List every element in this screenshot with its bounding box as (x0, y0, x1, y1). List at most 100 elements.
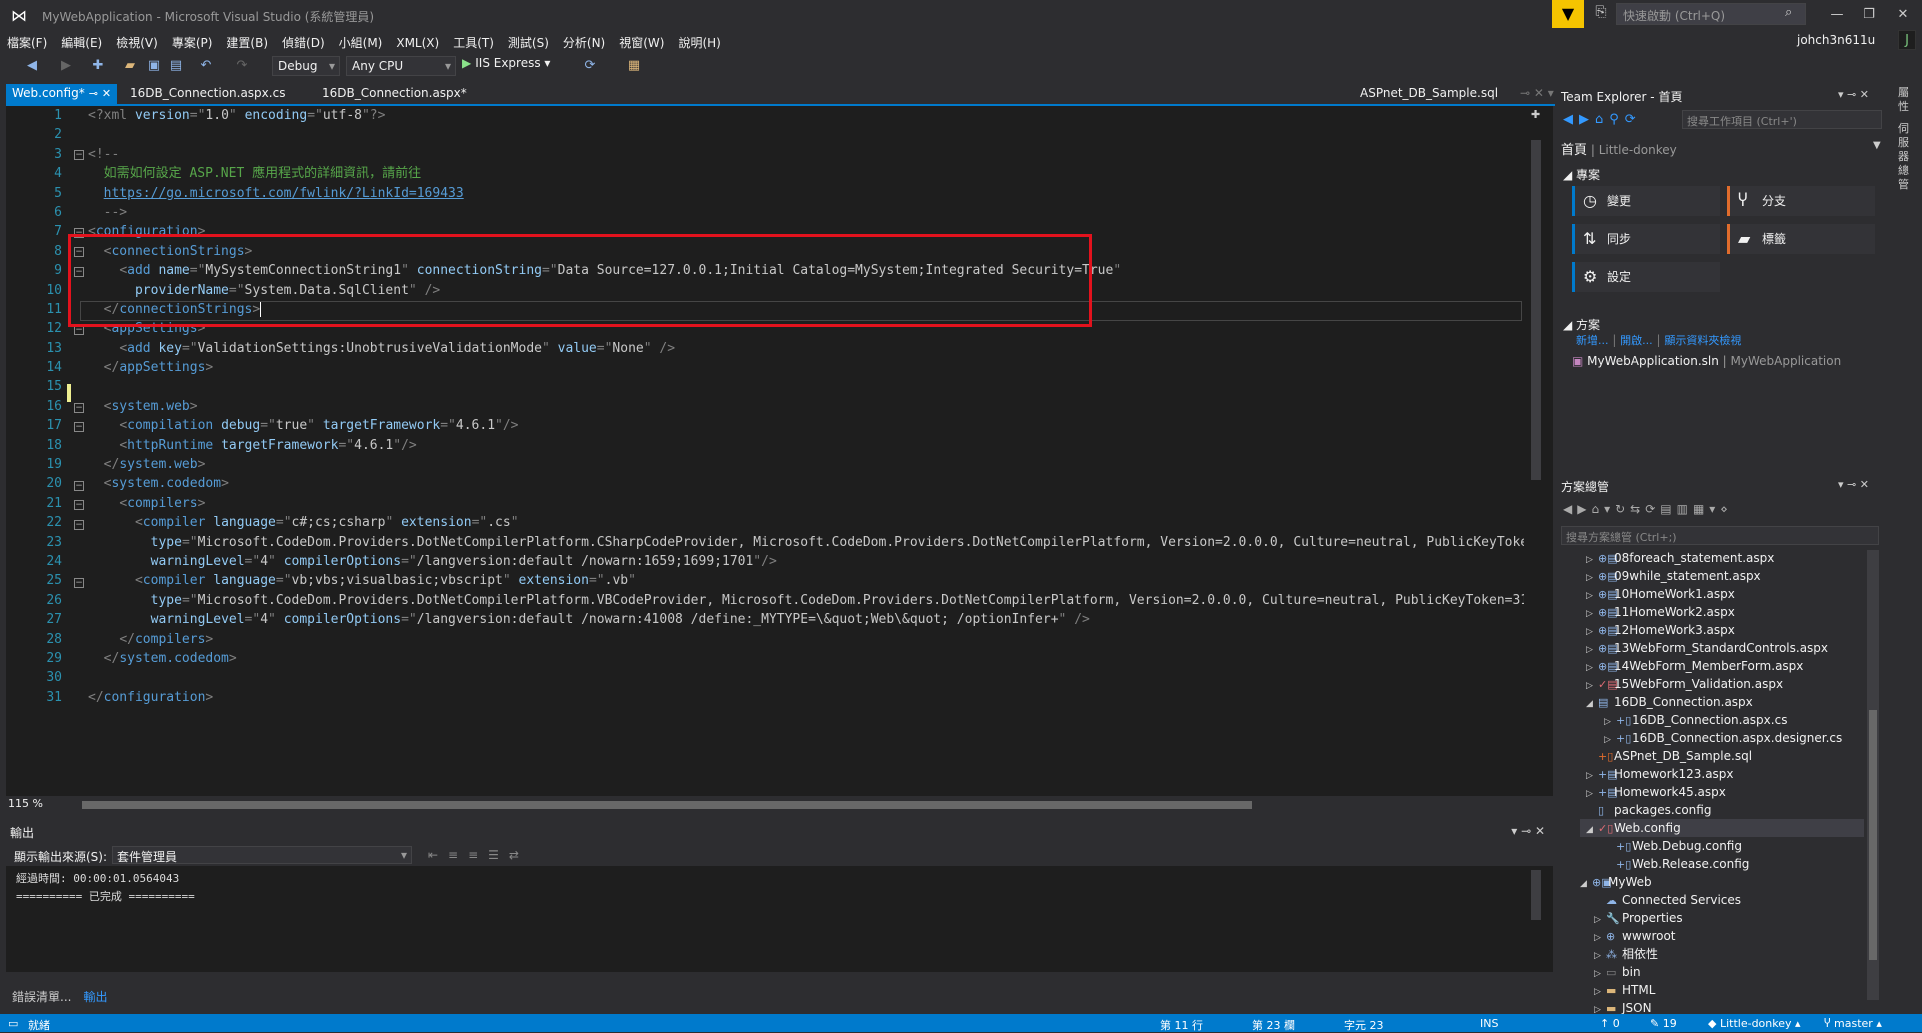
notification-filter-icon[interactable]: ▼ (1552, 0, 1584, 28)
menu-view[interactable]: 檢視(V) (109, 32, 165, 53)
close-tab-icon[interactable]: ✕ (102, 87, 111, 100)
user-name[interactable]: johch3n611u (1797, 33, 1875, 47)
branch-selector[interactable]: Ⴤ master ▴ (1824, 1017, 1882, 1030)
output-toolbar-icons[interactable]: ⇤≡≡☰⇄ (428, 848, 529, 862)
menu-help[interactable]: 說明(H) (671, 32, 727, 53)
sync-tile[interactable]: ⇅ 同步 (1572, 224, 1720, 254)
fold-toggle[interactable]: − (74, 403, 84, 413)
tree-item[interactable]: ▷ ⁂ 相依性 (1580, 945, 1864, 963)
fold-toggle[interactable]: − (74, 422, 84, 432)
fold-toggle[interactable]: − (74, 578, 84, 588)
tree-item[interactable]: ◢ ▤ 16DB_Connection.aspx (1580, 693, 1864, 711)
unpublished-commits[interactable]: ↑ 0 (1600, 1017, 1620, 1030)
toolbox-side-tab[interactable]: 伺服器總管 (1898, 122, 1922, 192)
tree-item[interactable]: ▷ +▤Homework123.aspx (1580, 765, 1864, 783)
tab-16db-connection-aspx[interactable]: 16DB_Connection.aspx* (316, 84, 473, 104)
output-scroll-thumb[interactable] (1531, 870, 1541, 920)
output-source-select[interactable]: 套件管理員 ▾ (112, 846, 412, 864)
panel-window-controls-icon[interactable]: ▾ ⊸ ✕ (1511, 824, 1545, 838)
tree-item[interactable]: ▷ ▭ bin (1580, 963, 1864, 981)
start-debugging-button[interactable]: ▶ IIS Express ▾ (462, 56, 550, 70)
tree-item[interactable]: ▷ ✓▤15WebForm_Validation.aspx (1580, 675, 1864, 693)
tree-item[interactable]: ▷ ⊕▤13WebForm_StandardControls.aspx (1580, 639, 1864, 657)
tree-item[interactable]: ▷ 🔧 Properties (1580, 909, 1864, 927)
tab-error-list[interactable]: 錯誤清單... (6, 986, 77, 1007)
tree-item[interactable]: ▷ ⊕▤09while_statement.aspx (1580, 567, 1864, 585)
editor-scroll-thumb[interactable] (1531, 140, 1541, 480)
undo-icon[interactable]: ↶ (196, 56, 216, 76)
repo-name[interactable]: Little-donkey (1599, 143, 1677, 157)
open-solution-link[interactable]: 開啟... (1620, 334, 1653, 347)
redo-icon[interactable]: ↷ (232, 56, 252, 76)
menu-analyze[interactable]: 分析(N) (556, 32, 612, 53)
tree-item[interactable]: ▷ ⊕ wwwroot (1580, 927, 1864, 945)
tree-item[interactable]: ▷ +▯16DB_Connection.aspx.designer.cs (1580, 729, 1864, 747)
tab-output[interactable]: 輸出 (77, 986, 114, 1007)
menu-xml[interactable]: XML(X) (389, 34, 446, 52)
repo-selector[interactable]: ◆ Little-donkey ▴ (1708, 1017, 1801, 1030)
split-editor-icon[interactable]: ✚ (1531, 108, 1540, 121)
tree-item[interactable]: ◢ ⊕▣MyWeb (1580, 873, 1864, 891)
save-all-icon[interactable]: ▤ (166, 56, 186, 76)
tree-item[interactable]: ▷ ⊕▤08foreach_statement.aspx (1580, 549, 1864, 567)
tab-overflow-icon[interactable]: ⊸ ✕ ▾ (1520, 86, 1554, 100)
tree-item-selected[interactable]: ◢ ✓▯Web.config (1580, 819, 1864, 837)
quick-launch-input[interactable]: 快速啟動 (Ctrl+Q) (1616, 3, 1806, 25)
menu-edit[interactable]: 編輯(E) (54, 32, 109, 53)
minimize-button[interactable]: — (1820, 2, 1854, 28)
menu-debug[interactable]: 偵錯(D) (275, 32, 332, 53)
new-project-icon[interactable]: ✚ (88, 56, 108, 76)
solution-explorer-search-input[interactable]: 搜尋方案總管 (Ctrl+;) (1561, 526, 1879, 545)
tree-item[interactable]: ▷ +▯16DB_Connection.aspx.cs (1580, 711, 1864, 729)
tree-item[interactable]: +▯ASPnet_DB_Sample.sql (1580, 747, 1864, 765)
panel-window-controls-icon[interactable]: ▾ ⊸ ✕ (1838, 478, 1869, 491)
user-avatar[interactable]: J (1898, 30, 1916, 50)
tab-aspnet-db-sample[interactable]: ASPnet_DB_Sample.sql (1360, 86, 1498, 100)
properties-side-tab[interactable]: 屬性 (1898, 86, 1922, 114)
project-section-title[interactable]: ◢ 專案 (1563, 166, 1600, 183)
show-folder-view-link[interactable]: 顯示資料夾檢視 (1664, 334, 1741, 347)
close-button[interactable]: ✕ (1886, 2, 1920, 28)
forward-icon[interactable]: ▶ (56, 56, 76, 76)
platform-select[interactable]: Any CPU ▾ (346, 56, 456, 76)
menu-window[interactable]: 視窗(W) (612, 32, 671, 53)
feedback-icon[interactable]: ⎘ (1590, 4, 1612, 24)
branches-tile[interactable]: Ⴤ 分支 (1727, 186, 1875, 216)
tree-item[interactable]: ☁ Connected Services (1580, 891, 1864, 909)
fold-toggle[interactable]: − (74, 481, 84, 491)
menu-project[interactable]: 專案(P) (165, 32, 220, 53)
tab-web-config[interactable]: Web.config* ⊸ ✕ (6, 84, 118, 104)
search-icon[interactable]: ⌕ (1785, 5, 1792, 20)
tree-item[interactable]: ▷ +▤Homework45.aspx (1580, 783, 1864, 801)
zoom-level[interactable]: 115 % (8, 797, 43, 810)
menu-team[interactable]: 小組(M) (332, 32, 390, 53)
solution-explorer-scroll-thumb[interactable] (1869, 710, 1877, 960)
solution-section-title[interactable]: ◢ 方案 (1563, 316, 1600, 333)
tree-item[interactable]: ▷ ▬ HTML (1580, 981, 1864, 999)
new-solution-link[interactable]: 新增... (1576, 334, 1609, 347)
panel-window-controls-icon[interactable]: ▾ ⊸ ✕ (1838, 88, 1869, 101)
changes-tile[interactable]: ◷ 變更 (1572, 186, 1720, 216)
maximize-button[interactable]: ❐ (1852, 2, 1886, 28)
horizontal-scroll-thumb[interactable] (82, 801, 1252, 809)
back-icon[interactable]: ◀ (22, 56, 42, 76)
tree-item[interactable]: +▯Web.Debug.config (1580, 837, 1864, 855)
tree-item[interactable]: ▷ ⊕▤11HomeWork2.aspx (1580, 603, 1864, 621)
work-item-search-input[interactable]: 搜尋工作項目 (Ctrl+') (1682, 110, 1882, 129)
open-folder-icon[interactable]: ▰ (120, 56, 140, 76)
output-text-area[interactable]: 經過時間: 00:00:01.0564043 ========== 已完成 ==… (6, 866, 1553, 972)
pending-changes[interactable]: ✎ 19 (1650, 1017, 1677, 1030)
fold-toggle[interactable]: − (74, 150, 84, 160)
solution-explorer-toolbar-icons[interactable]: ◀▶⌂▾↻⇆⟳▤▥▦▾⋄ (1563, 502, 1733, 516)
tree-item[interactable]: ▷ ⊕▤12HomeWork3.aspx (1580, 621, 1864, 639)
fold-toggle[interactable]: − (74, 500, 84, 510)
menu-tools[interactable]: 工具(T) (446, 32, 501, 53)
pin-icon[interactable]: ⊸ (89, 87, 98, 100)
menu-test[interactable]: 測試(S) (501, 32, 556, 53)
save-icon[interactable]: ▣ (144, 56, 164, 76)
team-explorer-nav-icons[interactable]: ◀▶⌂⚲⟳ (1563, 112, 1642, 127)
tree-item[interactable]: ▷ ⊕▤10HomeWork1.aspx (1580, 585, 1864, 603)
tree-item[interactable]: +▯Web.Release.config (1580, 855, 1864, 873)
solution-config-select[interactable]: Debug ▾ (272, 56, 340, 76)
menu-file[interactable]: 檔案(F) (0, 32, 54, 53)
